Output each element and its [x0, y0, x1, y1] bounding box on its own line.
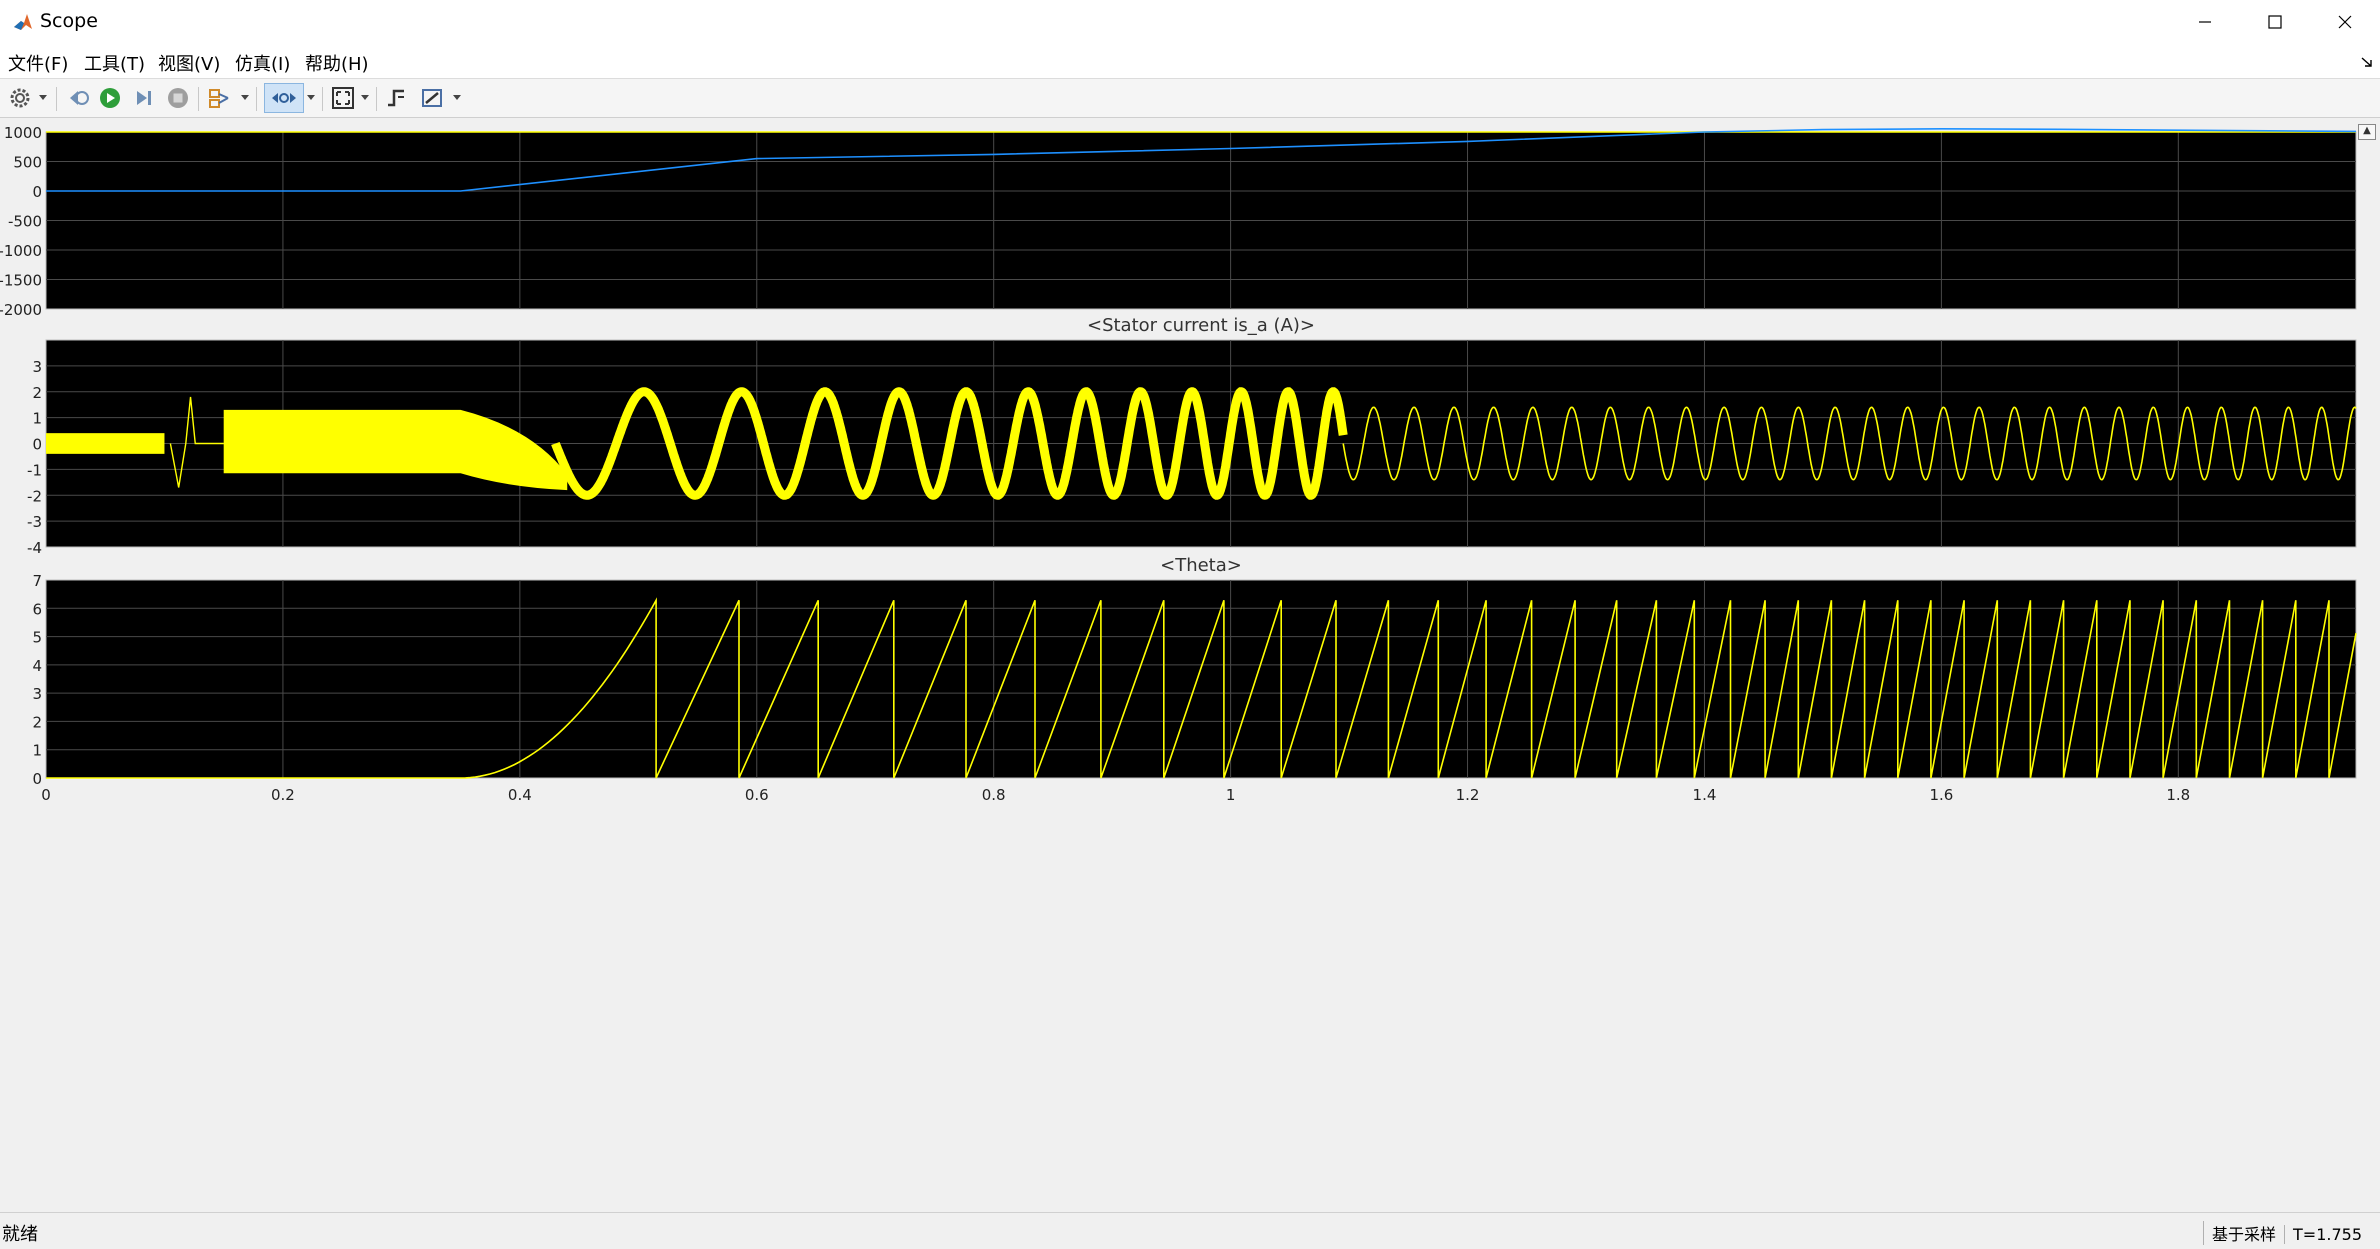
y-tick-label: -1500	[0, 272, 42, 290]
sim-time-label: T=1.755	[2284, 1225, 2370, 1244]
window-title: Scope	[40, 10, 98, 32]
x-tick-label: 0.8	[982, 786, 1006, 804]
menu-file[interactable]: 文件(F)	[8, 50, 68, 76]
plot-expand-button[interactable]: ▲	[2358, 124, 2376, 140]
y-tick-label: -1000	[0, 242, 42, 260]
settings-icon	[10, 88, 30, 108]
chevron-down-icon	[453, 95, 461, 100]
menu-bar: 文件(F) 工具(T) 视图(V) 仿真(I) 帮助(H)	[0, 44, 2380, 78]
menu-view[interactable]: 视图(V)	[158, 50, 220, 76]
chevron-down-icon	[39, 95, 47, 100]
cursor-measure-button[interactable]	[418, 83, 448, 113]
zoom-button[interactable]	[264, 83, 304, 113]
y-tick-label: -2000	[0, 301, 42, 319]
chevron-down-icon	[307, 95, 315, 100]
maximize-icon	[2268, 15, 2282, 29]
step-back-icon	[70, 91, 89, 105]
y-tick-label: -1	[27, 461, 42, 479]
plot-title: <Stator current is_a (A)>	[1087, 315, 1315, 336]
menu-simulation[interactable]: 仿真(I)	[235, 50, 290, 76]
stop-icon	[168, 88, 188, 108]
zoom-dropdown[interactable]	[306, 83, 316, 113]
y-tick-label: 1000	[4, 124, 42, 142]
run-button[interactable]	[96, 83, 124, 113]
menu-tools[interactable]: 工具(T)	[84, 50, 145, 76]
plot-area: 1000 500 0 -500 -1000 -1500 -2000 3 2 1 0 -1 -2 -3 -4 <…	[0, 119, 2380, 1212]
minimize-icon	[2199, 21, 2211, 23]
chevron-down-icon	[361, 95, 369, 100]
undock-icon[interactable]	[2360, 56, 2374, 68]
menu-help[interactable]: 帮助(H)	[305, 50, 369, 76]
status-text: 就绪	[2, 1224, 38, 1245]
title-bar: Scope	[0, 0, 2380, 44]
y-tick-label: -4	[27, 539, 42, 557]
y-tick-label: 0	[32, 436, 42, 454]
y-tick-label: 7	[32, 572, 42, 590]
settings-dropdown[interactable]	[38, 83, 48, 113]
x-tick-label: 1.4	[1693, 786, 1717, 804]
y-tick-label: 1	[32, 742, 42, 760]
signal-select-button[interactable]	[206, 83, 236, 113]
autoscale-icon	[332, 87, 354, 109]
signal-select-icon	[209, 89, 229, 108]
scope-plots: 1000 500 0 -500 -1000 -1500 -2000 3 2 1 0 -1 -2 -3 -4 <…	[0, 124, 2357, 804]
step-forward-icon	[137, 91, 151, 105]
x-tick-label: 1.6	[1929, 786, 1953, 804]
run-icon	[100, 88, 120, 108]
y-tick-label: 2	[32, 384, 42, 402]
close-icon	[2338, 15, 2352, 29]
sample-mode-label: 基于采样	[2203, 1221, 2284, 1245]
x-tick-label: 1.2	[1456, 786, 1480, 804]
x-tick-label: 0.4	[508, 786, 532, 804]
settings-button[interactable]	[6, 83, 34, 113]
x-tick-label: 0.2	[271, 786, 295, 804]
y-tick-label: -500	[8, 213, 42, 231]
y-tick-label: -3	[27, 513, 42, 531]
trigger-icon	[388, 89, 404, 107]
cursor-measure-icon	[422, 89, 442, 107]
autoscale-button[interactable]	[328, 83, 358, 113]
trigger-button[interactable]	[382, 83, 412, 113]
plot-axes-3	[45, 579, 2357, 779]
y-tick-label: 3	[32, 358, 42, 376]
toolbar	[0, 78, 2380, 118]
y-tick-label: 0	[32, 183, 42, 201]
x-tick-label: 1.8	[2166, 786, 2190, 804]
signal-select-dropdown[interactable]	[240, 83, 250, 113]
y-tick-label: 4	[32, 657, 42, 675]
autoscale-dropdown[interactable]	[360, 83, 370, 113]
x-tick-label: 1	[1226, 786, 1236, 804]
status-bar: 就绪 基于采样 T=1.755	[0, 1212, 2380, 1249]
y-tick-label: 500	[13, 154, 42, 172]
chevron-down-icon	[241, 95, 249, 100]
close-button[interactable]	[2310, 0, 2380, 44]
y-tick-label: 3	[32, 685, 42, 703]
zoom-icon	[272, 93, 296, 103]
status-right: 基于采样 T=1.755	[2203, 1221, 2370, 1245]
maximize-button[interactable]	[2240, 0, 2310, 44]
matlab-icon	[14, 14, 32, 30]
step-back-button[interactable]	[64, 83, 92, 113]
y-tick-label: 5	[32, 629, 42, 647]
x-tick-label: 0	[41, 786, 51, 804]
cursor-measure-dropdown[interactable]	[452, 83, 462, 113]
y-tick-label: 1	[32, 410, 42, 428]
step-forward-button[interactable]	[130, 83, 158, 113]
minimize-button[interactable]	[2170, 0, 2240, 44]
x-tick-label: 0.6	[745, 786, 769, 804]
stop-button[interactable]	[164, 83, 192, 113]
y-tick-label: 2	[32, 713, 42, 731]
y-tick-label: 6	[32, 600, 42, 618]
plot-title: <Theta>	[1160, 555, 1242, 576]
y-tick-label: -2	[27, 487, 42, 505]
current-band	[46, 433, 165, 454]
